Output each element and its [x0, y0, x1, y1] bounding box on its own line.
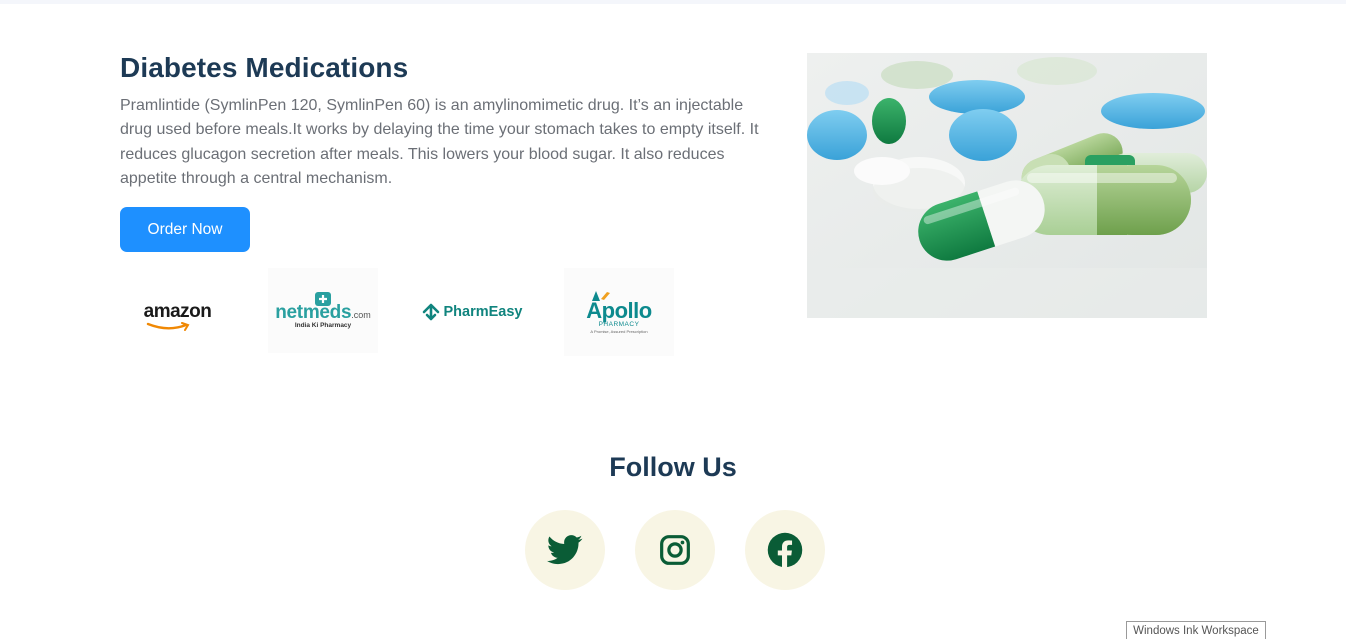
apollo-wordmark: Apollo [586, 298, 652, 323]
netmeds-logo[interactable]: netmeds.com India Ki Pharmacy [268, 268, 378, 353]
amazon-smile-icon [146, 322, 190, 331]
apollo-logo[interactable]: Apollo PHARMACY A Promise, Assured Presc… [564, 268, 674, 356]
apollo-tagline: A Promise, Assured Prescription [590, 329, 648, 334]
twitter-icon [547, 535, 583, 565]
twitter-button[interactable] [525, 510, 605, 590]
amazon-wordmark: amazon [143, 301, 212, 322]
instagram-button[interactable] [635, 510, 715, 590]
windows-ink-workspace-tooltip[interactable]: Windows Ink Workspace [1126, 621, 1266, 639]
order-now-button[interactable]: Order Now [120, 207, 250, 252]
facebook-button[interactable] [745, 510, 825, 590]
top-border [0, 0, 1346, 4]
pills-image [807, 53, 1207, 318]
section-title: Diabetes Medications [120, 52, 409, 83]
pharmeasy-wordmark: PharmEasy [443, 304, 523, 320]
follow-us-title: Follow Us [609, 452, 737, 482]
facebook-icon [767, 532, 803, 568]
pharmeasy-logo[interactable]: PharmEasy [412, 282, 532, 342]
amazon-logo[interactable]: amazon [120, 282, 235, 342]
netmeds-com: .com [351, 310, 371, 320]
netmeds-wordmark: netmeds [275, 302, 352, 323]
product-description: Pramlintide (SymlinPen 120, SymlinPen 60… [120, 97, 759, 188]
pharmeasy-mark-icon [422, 303, 439, 321]
instagram-icon [660, 535, 690, 565]
